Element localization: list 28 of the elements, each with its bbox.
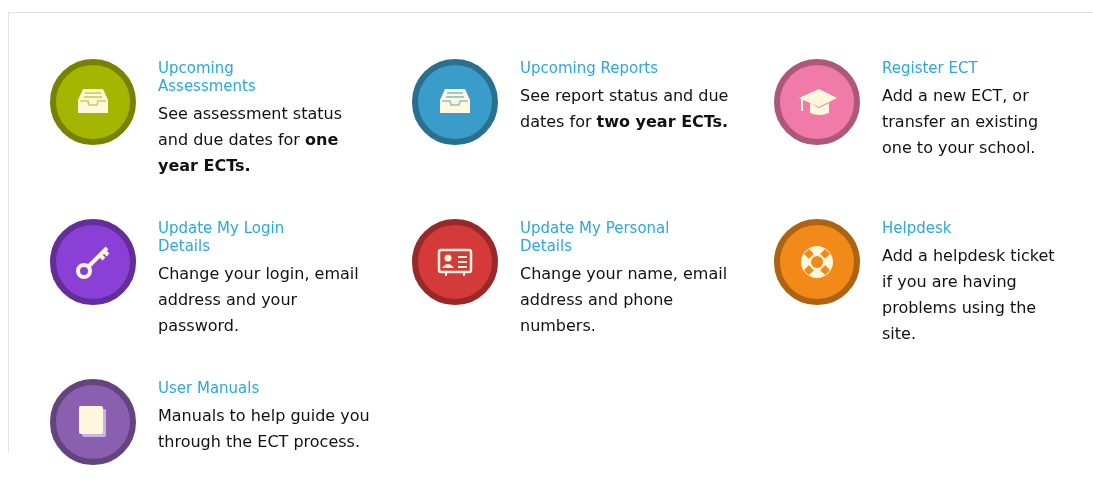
icon-badge[interactable] (412, 59, 498, 145)
link-title[interactable]: Upcoming Assessments (158, 59, 323, 95)
description: Add a new ECT, or transfer an existing one to your school. (882, 85, 1040, 159)
lifebuoy-icon (801, 246, 833, 278)
description: See report status and due dates for two year ECTs. (520, 85, 730, 133)
link-title[interactable]: Register ECT (882, 59, 1047, 77)
icon-badge[interactable] (412, 219, 498, 305)
description: Manuals to help guide you through the ECT process. (158, 405, 370, 453)
icon-badge[interactable] (50, 379, 136, 465)
link-title[interactable]: Update My Login Details (158, 219, 323, 255)
icon-badge[interactable] (50, 219, 136, 305)
description: Add a helpdesk ticket if you are having problems using the site. (882, 245, 1056, 345)
icon-badge[interactable] (50, 59, 136, 145)
description: Change your name, email address and phone numbers. (520, 263, 729, 337)
key-icon (76, 246, 110, 279)
link-title[interactable]: User Manuals (158, 379, 323, 397)
book-icon (79, 406, 106, 437)
inbox-tray-icon (440, 89, 470, 113)
link-title[interactable]: Helpdesk (882, 219, 1047, 237)
inbox-tray-icon (78, 89, 108, 113)
link-title[interactable]: Update My Personal Details (520, 219, 685, 255)
graduation-cap-icon (799, 89, 837, 115)
icon-badge[interactable] (774, 219, 860, 305)
description: See assessment status and due dates for one year ECTs. (158, 103, 343, 177)
link-title[interactable]: Upcoming Reports (520, 59, 685, 77)
id-card-icon (437, 248, 473, 277)
icon-badge[interactable] (774, 59, 860, 145)
description: Change your login, email address and your password. (158, 263, 360, 337)
